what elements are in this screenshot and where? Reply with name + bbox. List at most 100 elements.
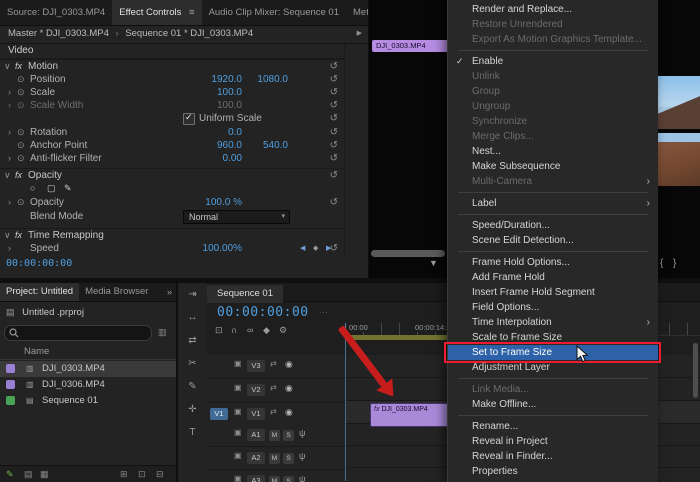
reset-icon[interactable]: ↺ [330, 60, 338, 73]
uniform-scale-checkbox[interactable]: ✓ [183, 113, 195, 125]
context-menu-item[interactable]: ✓ Ungroup › [448, 99, 658, 114]
track-lock-icon[interactable]: ▣ [234, 407, 242, 416]
track-target-badge[interactable]: A1 [247, 429, 265, 441]
pen-mask-icon[interactable]: ✎ [64, 182, 72, 195]
timeline-clip[interactable]: fxDJI_0303.MP4 [370, 403, 456, 427]
twirl-icon[interactable]: › [8, 86, 11, 99]
label-color-chip[interactable] [6, 364, 15, 373]
context-menu-item[interactable]: ✓ Export As Motion Graphics Template... … [448, 32, 658, 47]
speed-value[interactable]: 100.00% [196, 242, 242, 255]
stopwatch-icon[interactable]: ⊙ [17, 139, 25, 152]
rolling-edit-tool[interactable]: ⇄ [178, 329, 207, 352]
twirl-icon[interactable]: › [8, 152, 11, 165]
position-y-value[interactable]: 1080.0 [242, 73, 288, 86]
new-item-icon[interactable]: ⊡ [138, 466, 146, 482]
toggle-track-output-icon[interactable]: ◉ [285, 407, 293, 418]
twirl-icon[interactable]: › [8, 196, 11, 209]
context-menu-item[interactable]: ✓ Link Media... › [448, 382, 658, 397]
mute-button[interactable]: M [269, 430, 280, 441]
stopwatch-icon[interactable]: ⊙ [17, 196, 25, 209]
sync-lock-icon[interactable]: ⇄ [270, 383, 277, 392]
voiceover-record-icon[interactable]: ψ [299, 428, 305, 438]
track-lock-icon[interactable]: ▣ [234, 451, 242, 460]
filter-funnel-icon[interactable]: ▼ [429, 258, 438, 268]
context-menu-item[interactable]: ✓ › [448, 375, 658, 382]
track-target-badge[interactable]: V1 [247, 408, 265, 420]
razor-tool[interactable]: ✂ [178, 352, 207, 375]
reset-icon[interactable]: ↺ [330, 196, 338, 209]
twirl-icon[interactable]: ∨ [4, 60, 11, 73]
add-marker-icon[interactable]: ◆ [263, 325, 270, 336]
source-clip-chip[interactable]: DJI_0303.MP4 [372, 40, 454, 52]
anchor-x-value[interactable]: 960.0 [196, 139, 242, 152]
context-menu-item[interactable]: ✓ Set to Frame Size › [448, 345, 658, 360]
twirl-icon[interactable]: › [8, 126, 11, 139]
project-item-dji-0303[interactable]: ▥ DJI_0303.MP4 [0, 361, 176, 377]
context-menu-item[interactable]: ✓ Reveal in Finder... › [448, 449, 658, 464]
voiceover-record-icon[interactable]: ψ [299, 451, 305, 461]
position-x-value[interactable]: 1920.0 [196, 73, 242, 86]
context-menu-item[interactable]: ✓ › [448, 189, 658, 196]
stopwatch-icon[interactable]: ⊙ [17, 126, 25, 139]
mark-in-button[interactable]: { [660, 258, 663, 269]
context-menu-item[interactable]: ✓ Unlink › [448, 69, 658, 84]
context-menu-item[interactable]: ✓ Enable › [448, 54, 658, 69]
source-patch-badge[interactable]: V1 [210, 408, 228, 420]
prev-keyframe-icon[interactable]: ◀ [300, 242, 305, 255]
tab-audio-clip-mixer[interactable]: Audio Clip Mixer: Sequence 01 [202, 0, 346, 25]
context-menu-item[interactable]: ✓ Group › [448, 84, 658, 99]
project-item-name[interactable]: Sequence 01 [42, 393, 98, 409]
linked-selection-icon[interactable]: ∞ [247, 325, 253, 335]
mute-button[interactable]: M [269, 476, 280, 482]
context-menu-item[interactable]: ✓ Make Subsequence › [448, 159, 658, 174]
sequence-clip-link[interactable]: Sequence 01 * DJI_0303.MP4 [125, 28, 253, 39]
monitor-scrollbar[interactable] [371, 250, 445, 257]
delete-icon[interactable]: ⊟ [156, 466, 164, 482]
twirl-icon[interactable]: ∨ [4, 229, 11, 242]
tab-media-browser[interactable]: Media Browser [79, 283, 154, 301]
ripple-edit-tool[interactable]: ↔ [178, 306, 207, 329]
tab-sequence-01[interactable]: Sequence 01 [207, 285, 283, 303]
twirl-icon[interactable]: ∨ [4, 169, 11, 182]
mark-out-button[interactable]: } [673, 258, 676, 269]
context-menu-item[interactable]: ✓ Properties › [448, 464, 658, 479]
hand-tool[interactable]: ✛ [178, 398, 207, 421]
tab-metadata[interactable]: Metadata [346, 0, 368, 25]
solo-button[interactable]: S [283, 430, 294, 441]
project-item-name[interactable]: DJI_0306.MP4 [42, 377, 105, 393]
context-menu-item[interactable]: ✓ Frame Hold Options... › [448, 255, 658, 270]
effect-controls-timecode[interactable]: 00:00:00:00 [6, 258, 72, 269]
label-color-chip[interactable] [6, 396, 15, 405]
sync-lock-icon[interactable]: ⇄ [270, 407, 277, 416]
type-tool[interactable]: T [178, 421, 207, 444]
effect-group-motion[interactable]: ∨ fx Motion ↺ [0, 59, 344, 73]
context-menu-item[interactable]: ✓ Reveal in Project › [448, 434, 658, 449]
insert-overwrite-icon[interactable]: ⊡ [215, 325, 223, 336]
context-menu-item[interactable]: ✓ Multi-Camera › [448, 174, 658, 189]
tab-overflow-icon[interactable]: » [167, 283, 176, 301]
panel-menu-icon[interactable]: ≡ [189, 7, 195, 18]
context-menu-item[interactable]: ✓ Rename... › [448, 419, 658, 434]
timeline-settings-icon[interactable]: ⚙ [279, 325, 287, 336]
sync-lock-icon[interactable]: ⇄ [270, 359, 277, 368]
context-menu-item[interactable]: ✓ Field Options... › [448, 300, 658, 315]
timeline-timecode[interactable]: 00:00:00:00 [217, 305, 309, 320]
reset-icon[interactable]: ↺ [330, 73, 338, 86]
solo-button[interactable]: S [283, 453, 294, 464]
voiceover-record-icon[interactable]: ψ [299, 474, 305, 482]
new-bin-icon[interactable]: ⊞ [120, 466, 128, 482]
tab-source-monitor[interactable]: Source: DJI_0303.MP4 [0, 0, 112, 25]
effect-name[interactable]: Time Remapping [28, 229, 104, 242]
anti-flicker-value[interactable]: 0.00 [196, 152, 242, 165]
project-item-name[interactable]: DJI_0303.MP4 [42, 361, 105, 377]
context-menu-item[interactable]: ✓ Nest... › [448, 144, 658, 159]
context-menu-item[interactable]: ✓ Time Interpolation › [448, 315, 658, 330]
reset-icon[interactable]: ↺ [330, 169, 338, 182]
snap-icon[interactable]: ∩ [231, 325, 237, 335]
context-menu-item[interactable]: ✓ Label › [448, 196, 658, 211]
ellipse-mask-icon[interactable]: ○ [30, 182, 35, 195]
rotation-value[interactable]: 0.0 [196, 126, 242, 139]
solo-button[interactable]: S [283, 476, 294, 482]
project-writable-icon[interactable]: ✎ [6, 466, 14, 482]
effect-name[interactable]: Opacity [28, 169, 62, 182]
